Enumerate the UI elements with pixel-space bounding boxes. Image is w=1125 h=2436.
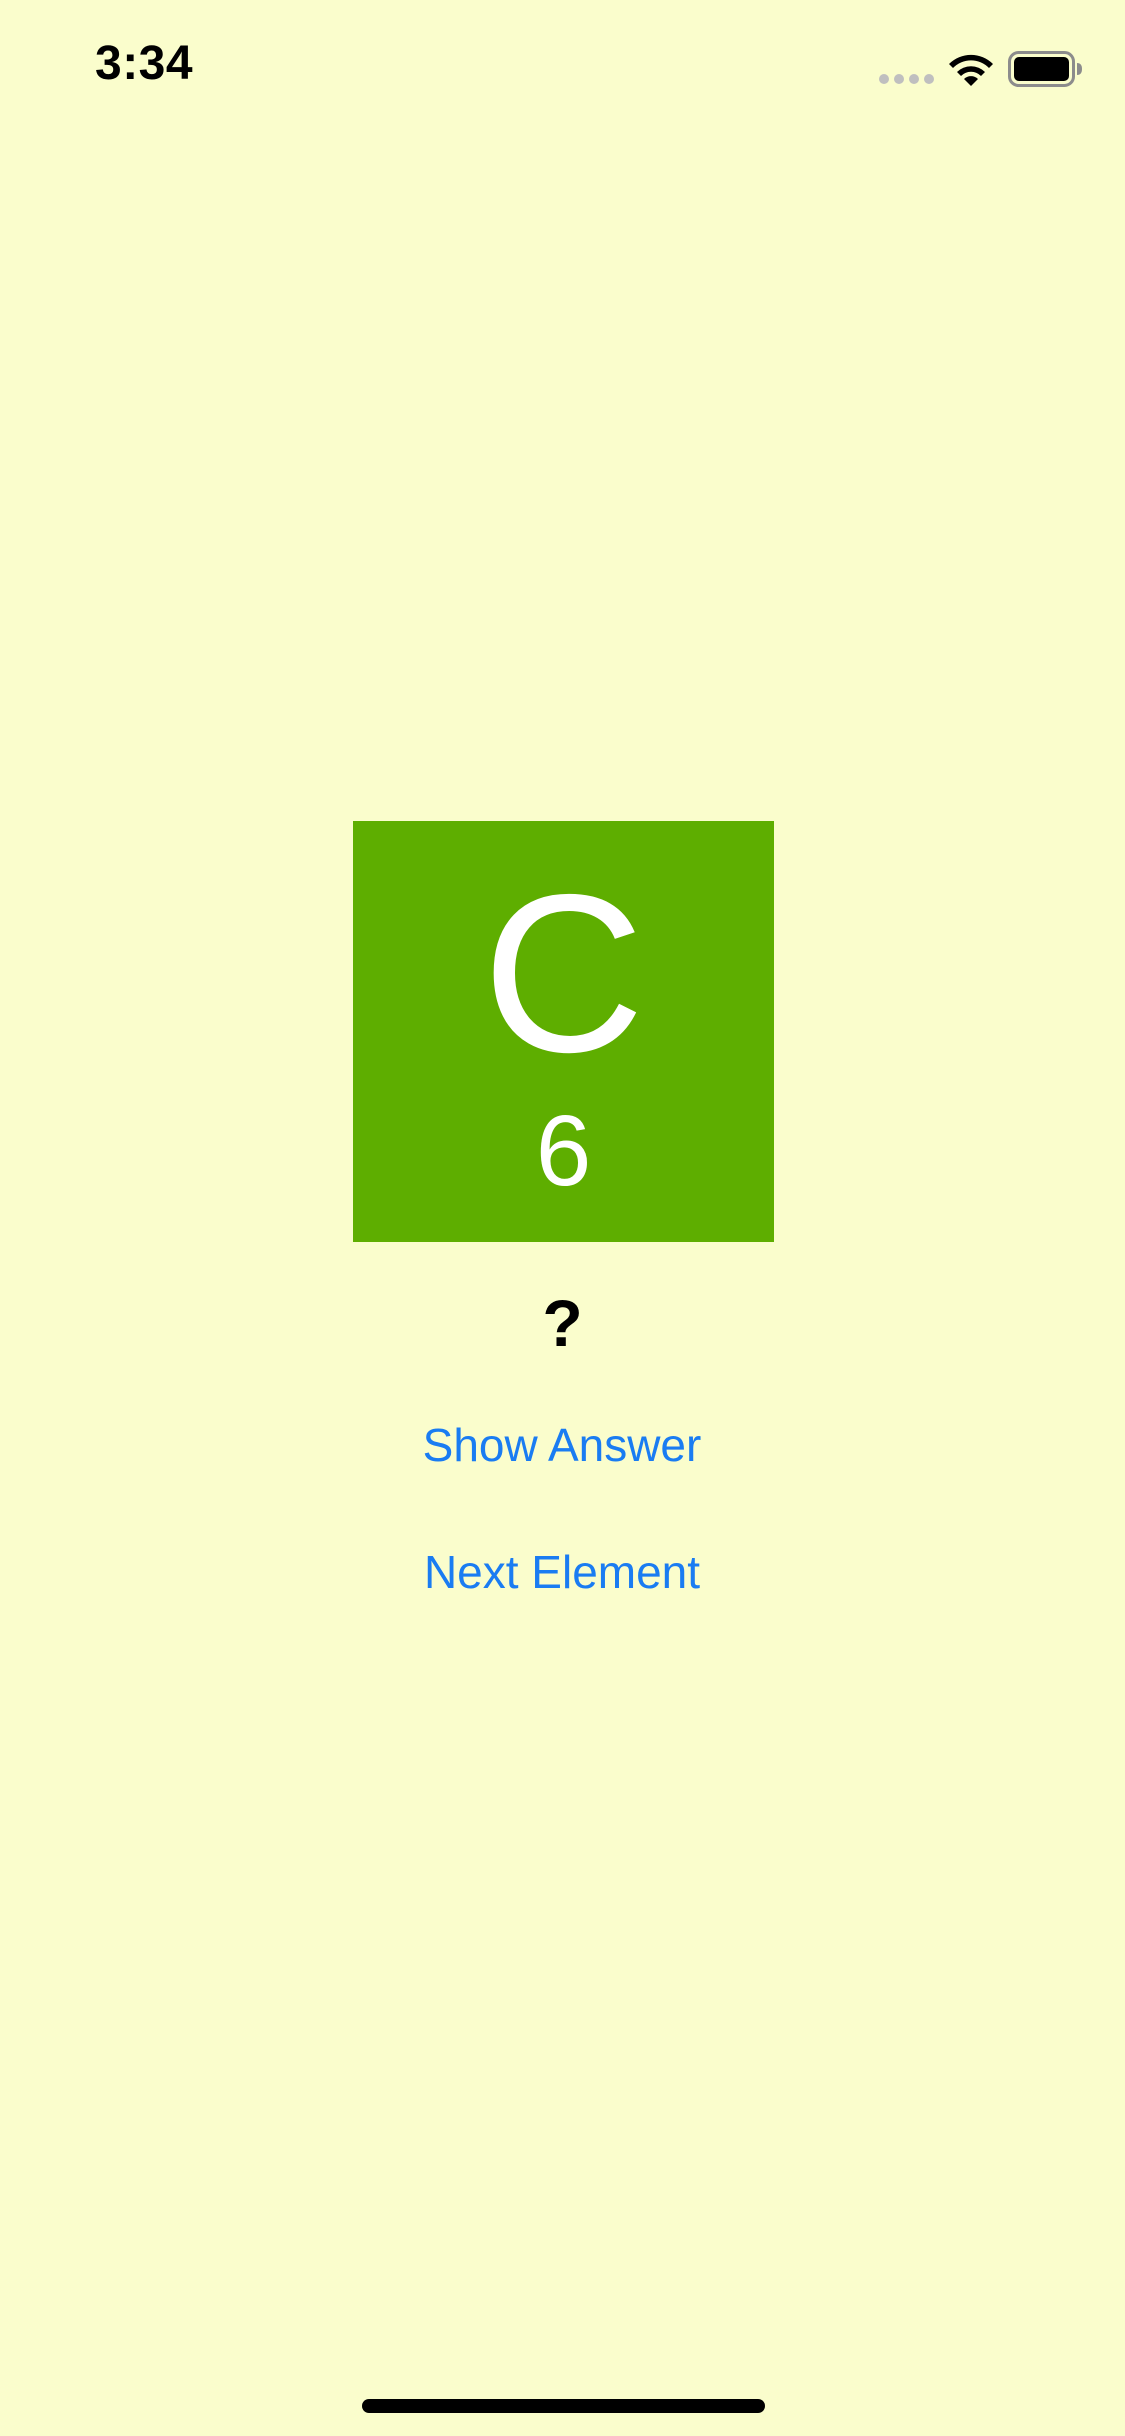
cell-signal-icon bbox=[879, 72, 935, 86]
wifi-icon bbox=[949, 54, 993, 86]
element-tile: C 6 bbox=[353, 821, 774, 1242]
status-time: 3:34 bbox=[95, 37, 194, 90]
show-answer-button[interactable]: Show Answer bbox=[412, 1413, 712, 1477]
answer-label: ? bbox=[542, 1286, 583, 1360]
battery-icon bbox=[1008, 51, 1082, 87]
element-symbol: C bbox=[482, 847, 645, 1099]
atomic-number: 6 bbox=[535, 1095, 592, 1207]
home-indicator[interactable] bbox=[362, 2399, 765, 2413]
status-bar: 3:34 bbox=[0, 0, 1125, 140]
next-element-button[interactable]: Next Element bbox=[412, 1540, 712, 1604]
